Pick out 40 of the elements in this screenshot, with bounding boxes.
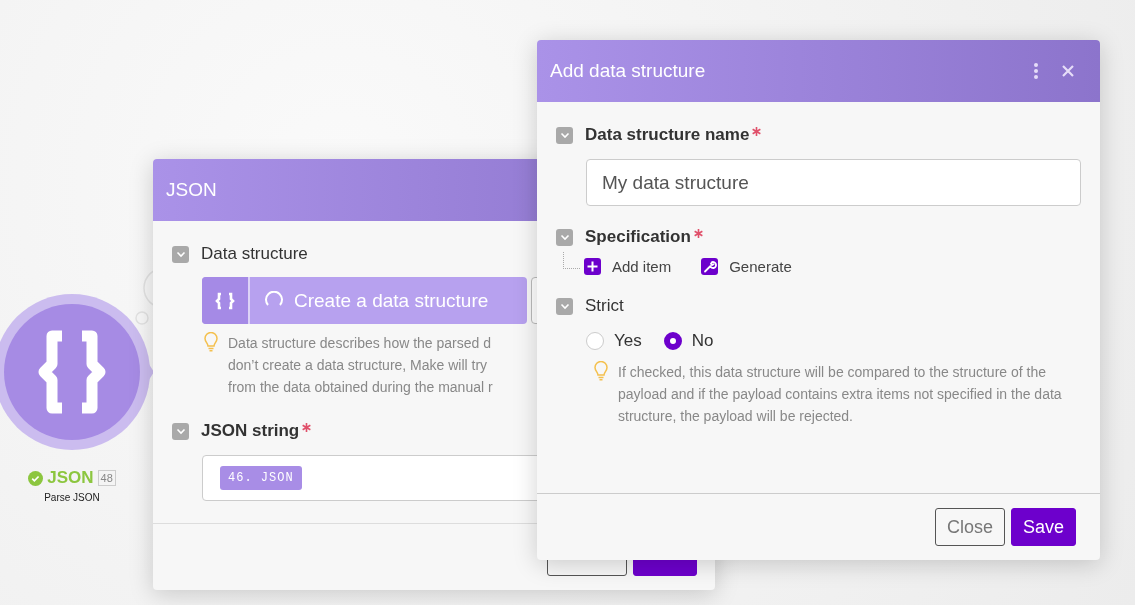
asterisk-icon bbox=[752, 127, 762, 136]
collapse-toggle[interactable] bbox=[556, 126, 573, 144]
field-label: Strict bbox=[585, 296, 624, 316]
dialog-title: Add data structure bbox=[550, 60, 706, 82]
generate-button[interactable]: Generate bbox=[701, 258, 792, 275]
field-label: Data structure bbox=[201, 244, 308, 264]
module-node-drawing[interactable] bbox=[0, 292, 156, 452]
asterisk-icon bbox=[302, 423, 312, 432]
collapse-toggle[interactable] bbox=[556, 297, 573, 315]
module-name: JSON bbox=[47, 468, 94, 488]
lightbulb-icon bbox=[594, 361, 608, 381]
field-label: Data structure name bbox=[585, 125, 750, 145]
lightbulb-icon bbox=[204, 332, 218, 352]
collapse-toggle[interactable] bbox=[556, 228, 573, 246]
radio-option[interactable]: No bbox=[663, 331, 714, 351]
more-icon[interactable] bbox=[1033, 62, 1039, 80]
hint-text: If checked, this data structure will be compared to the structure of the payload and if the payload contains extra items not specified in the data structure, the payload will be rejected. bbox=[618, 363, 1063, 426]
wrench-icon bbox=[701, 258, 719, 275]
chevron-icon bbox=[175, 249, 186, 259]
close-button[interactable]: Close bbox=[934, 508, 1005, 546]
field-label: JSON string bbox=[201, 421, 300, 441]
hint-text: Data structure describes how the parsed d don’t create a data structure, Make will try from the data obtained during the manual r bbox=[228, 334, 493, 397]
module-action: Parse JSON bbox=[44, 492, 100, 503]
operation-count: 48 bbox=[97, 470, 116, 486]
chevron-icon bbox=[559, 232, 570, 242]
add-item-button[interactable]: Add item bbox=[584, 258, 672, 275]
chevron-icon bbox=[559, 301, 570, 311]
asterisk-icon bbox=[693, 229, 703, 238]
collapse-toggle[interactable] bbox=[172, 245, 189, 263]
braces-icon bbox=[202, 277, 250, 324]
radio-option[interactable]: Yes bbox=[586, 331, 642, 351]
save-button[interactable]: Save bbox=[1010, 508, 1076, 546]
chevron-icon bbox=[175, 426, 186, 436]
name-input[interactable]: My data structure bbox=[586, 159, 1081, 206]
panel-title: JSON bbox=[166, 179, 217, 201]
collapse-toggle[interactable] bbox=[172, 422, 189, 440]
close-icon[interactable] bbox=[1061, 64, 1075, 78]
field-label: Specification bbox=[585, 227, 691, 247]
plus-icon bbox=[584, 258, 601, 275]
chevron-icon bbox=[559, 130, 570, 140]
